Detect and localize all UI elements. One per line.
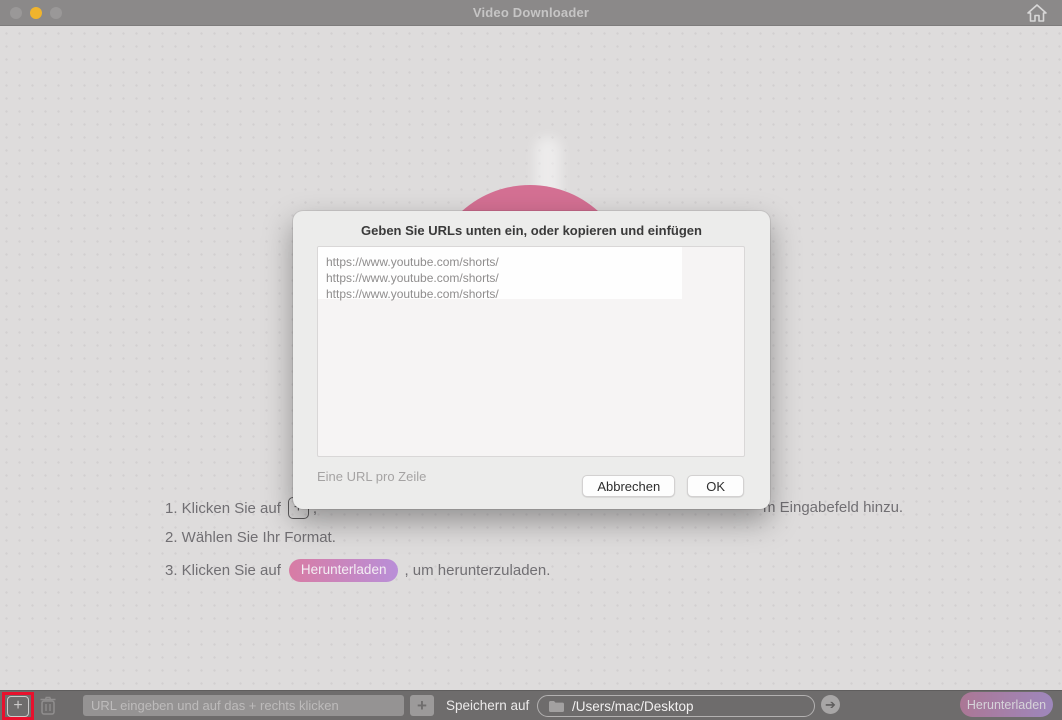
ok-button[interactable]: OK — [687, 475, 744, 497]
reveal-folder-arrow-button[interactable]: ➔ — [821, 695, 840, 714]
home-icon[interactable] — [1026, 3, 1048, 23]
add-single-url-button[interactable]: + — [410, 695, 434, 716]
download-button[interactable]: Herunterladen — [960, 692, 1053, 717]
plus-icon: + — [13, 697, 23, 714]
herunterladen-badge: Herunterladen — [288, 559, 399, 582]
url-lines: https://www.youtube.com/shorts/ https://… — [318, 247, 744, 309]
save-path-text: /Users/mac/Desktop — [572, 698, 694, 714]
cancel-button[interactable]: Abbrechen — [582, 475, 676, 497]
video-downloader-window: Video Downloader 1. Klicken Sie auf + , … — [0, 0, 1062, 720]
save-path-field[interactable]: /Users/mac/Desktop — [537, 695, 815, 717]
add-urls-button[interactable]: + — [7, 695, 29, 717]
step3-suffix: , um herunterzuladen. — [404, 562, 551, 579]
instruction-step-1-suffix: m Eingabefeld hinzu. — [763, 499, 904, 516]
titlebar: Video Downloader — [0, 0, 1062, 26]
folder-icon — [549, 700, 564, 712]
url-entry-dialog: Geben Sie URLs unten ein, oder kopieren … — [293, 211, 770, 509]
dialog-buttons: Abbrechen OK — [582, 475, 744, 497]
bottom-toolbar: + + Speichern auf /Users/mac/Desktop — [0, 690, 1062, 720]
step3-text: 3. Klicken Sie auf — [165, 562, 281, 579]
window-title: Video Downloader — [472, 5, 590, 20]
url-line: https://www.youtube.com/shorts/ — [326, 255, 499, 269]
save-to-label: Speichern auf — [446, 698, 530, 713]
instruction-step-3: 3. Klicken Sie auf Herunterladen , um he… — [165, 559, 550, 582]
instruction-step-2: 2. Wählen Sie Ihr Format. — [165, 529, 336, 546]
url-line: https://www.youtube.com/shorts/ — [326, 287, 499, 301]
trash-icon[interactable] — [39, 695, 57, 717]
url-textarea[interactable]: https://www.youtube.com/shorts/ https://… — [317, 246, 745, 457]
one-url-per-line-hint: Eine URL pro Zeile — [317, 469, 427, 484]
url-input[interactable] — [83, 695, 404, 716]
url-line: https://www.youtube.com/shorts/ — [326, 271, 499, 285]
step1-text: 1. Klicken Sie auf — [165, 499, 281, 517]
plus-icon: + — [417, 695, 427, 715]
red-highlight-annotation: + — [2, 692, 34, 720]
arrow-right-icon: ➔ — [825, 697, 836, 712]
dialog-title: Geben Sie URLs unten ein, oder kopieren … — [361, 223, 702, 238]
